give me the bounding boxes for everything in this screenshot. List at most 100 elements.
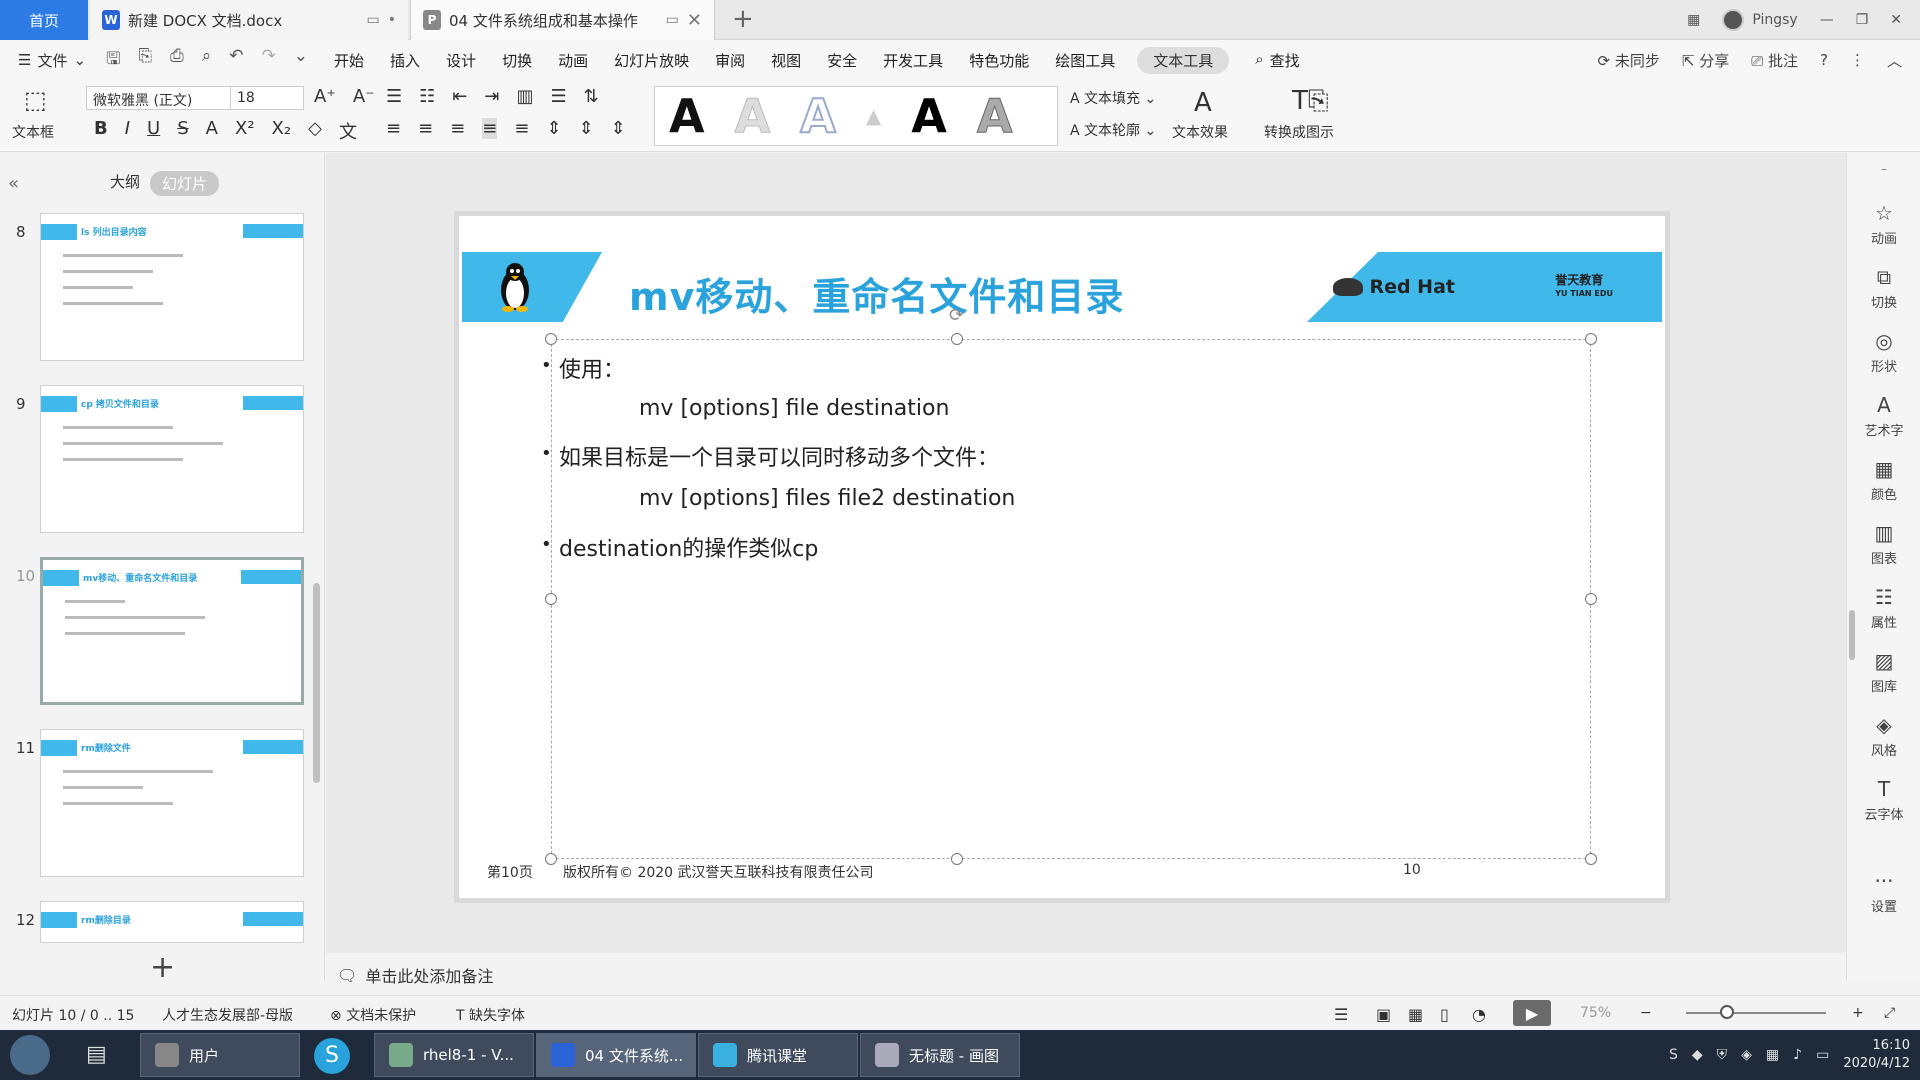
align-center-icon[interactable]: ≡ (418, 118, 433, 139)
phonetic-icon[interactable]: 文 (339, 118, 357, 144)
textbox-button[interactable]: 文本框 (12, 122, 54, 142)
superscript-icon[interactable]: X² (235, 118, 255, 144)
rotate-handle-icon[interactable]: ⟳ (949, 305, 964, 326)
bullet-list-icon[interactable]: ☰ (386, 86, 402, 107)
collapse-right-icon[interactable]: ⁻ (1847, 165, 1920, 180)
menu-item-insert[interactable]: 插入 (390, 50, 420, 71)
s-app-icon[interactable]: S (314, 1038, 350, 1074)
save-icon[interactable]: 🖫 (106, 46, 120, 75)
text-effect-button[interactable]: 文本效果 (1172, 122, 1228, 142)
tool-style[interactable]: ◈ 风格 (1847, 713, 1920, 759)
network-icon[interactable]: ▦ (1766, 1047, 1779, 1063)
taskbar-item-vm[interactable]: rhel8-1 - V... (374, 1033, 534, 1077)
menu-item-animation[interactable]: 动画 (558, 50, 588, 71)
line-spacing-icon[interactable]: ☰ (550, 86, 566, 107)
justify-icon[interactable]: ≡ (482, 118, 498, 139)
resize-handle[interactable] (1585, 853, 1597, 865)
help-icon[interactable]: ? (1820, 51, 1828, 69)
distribute-icon[interactable]: ≡ (514, 118, 529, 139)
add-slide-button[interactable]: + (150, 950, 175, 985)
new-tab-button[interactable]: + (732, 4, 754, 34)
tray-app-icon[interactable]: ◆ (1692, 1047, 1703, 1063)
menu-item-security[interactable]: 安全 (827, 50, 857, 71)
bullet-destination[interactable]: • destination的操作类似cp (541, 531, 818, 563)
tool-animation[interactable]: ☆ 动画 (1847, 201, 1920, 247)
resize-handle[interactable] (545, 853, 557, 865)
ime-icon[interactable]: S (1669, 1047, 1678, 1063)
presenter-view-icon[interactable]: ◔ (1472, 1005, 1486, 1024)
tool-shape[interactable]: ◎ 形状 (1847, 329, 1920, 375)
collapse-ribbon-icon[interactable]: ︿ (1887, 50, 1902, 71)
start-button[interactable] (10, 1035, 50, 1075)
slide-thumbnail[interactable]: ls 列出目录内容 (40, 213, 304, 361)
notes-area[interactable]: 🗨 单击此处添加备注 (337, 963, 493, 987)
menu-item-features[interactable]: 特色功能 (969, 50, 1029, 71)
textbox-icon[interactable]: ⬚ (24, 86, 47, 114)
bullet-multi[interactable]: • 如果目标是一个目录可以同时移动多个文件： (541, 440, 999, 472)
slides-tab[interactable]: 幻灯片 (150, 171, 220, 196)
user-menu[interactable]: Pingsy (1722, 9, 1798, 31)
font-size-select[interactable]: 18 (230, 86, 304, 110)
menu-item-transition[interactable]: 切换 (502, 50, 532, 71)
monitor-icon[interactable]: ▭ (367, 12, 380, 28)
zoom-out-icon[interactable]: − (1640, 1005, 1652, 1021)
volume-icon[interactable]: ♪ (1793, 1047, 1802, 1063)
more-options-icon[interactable]: ⋮ (1850, 51, 1865, 69)
tab-docx[interactable]: W 新建 DOCX 文档.docx ▭ • (90, 0, 408, 40)
wordart-style-outline-icon[interactable]: A (799, 92, 837, 140)
reading-view-icon[interactable]: ▯ (1440, 1005, 1449, 1024)
export-icon[interactable]: ⎘ (139, 46, 153, 75)
screenshot-icon[interactable]: ▦ (1687, 12, 1700, 28)
tool-properties[interactable]: ☷ 属性 (1847, 585, 1920, 631)
minimize-icon[interactable]: — (1820, 12, 1834, 28)
collapse-panel-icon[interactable]: « (8, 173, 19, 194)
wordart-style-gray-icon[interactable]: A (734, 93, 771, 140)
taskbar-item-tencent[interactable]: 腾讯课堂 (698, 1033, 858, 1077)
font-family-select[interactable]: 微软雅黑 (正文) (86, 86, 231, 110)
underline-icon[interactable]: U (147, 118, 160, 144)
spacing-more-icon[interactable]: ⇕ (611, 118, 626, 139)
taskbar-item-wps[interactable]: 04 文件系统... (536, 1033, 696, 1077)
resize-handle[interactable] (951, 853, 963, 865)
notes-view-icon[interactable]: ☰ (1334, 1005, 1348, 1024)
grow-font-icon[interactable]: A⁺ (314, 86, 336, 107)
tool-color[interactable]: ▦ 颜色 (1847, 457, 1920, 503)
zoom-in-icon[interactable]: + (1852, 1005, 1864, 1021)
file-menu[interactable]: ☰ 文件 ⌄ (18, 50, 86, 71)
columns-icon[interactable]: ▥ (516, 86, 533, 107)
slide-thumbnail[interactable]: rm删除目录 (40, 901, 304, 943)
sorter-view-icon[interactable]: ▦ (1408, 1005, 1423, 1024)
bullet-usage[interactable]: • 使用： (541, 352, 625, 384)
convert-diagram-icon[interactable]: T⎘ (1292, 86, 1329, 117)
clear-format-icon[interactable]: ◇ (308, 118, 322, 144)
text-outline-button[interactable]: A 文本轮廓 ⌄ (1070, 120, 1156, 140)
outdent-icon[interactable]: ⇤ (452, 86, 467, 107)
wordart-style-shadow-icon[interactable]: A (976, 93, 1013, 140)
tool-chart[interactable]: ▥ 图表 (1847, 521, 1920, 567)
status-protect[interactable]: ⊗ 文档未保护 (330, 1005, 416, 1025)
numbered-list-icon[interactable]: ☷ (419, 86, 435, 107)
tool-settings[interactable]: ··· 设置 (1847, 869, 1920, 915)
tray-app-icon[interactable]: ◈ (1741, 1047, 1752, 1063)
tool-transition[interactable]: ⧉ 切换 (1847, 265, 1920, 311)
monitor-icon[interactable]: ▭ (666, 12, 679, 28)
resize-handle[interactable] (1585, 593, 1597, 605)
italic-icon[interactable]: I (125, 118, 130, 144)
outline-tab[interactable]: 大纲 (110, 171, 140, 196)
wordart-style-black-icon[interactable]: A (669, 93, 705, 139)
strikethrough-icon[interactable]: S (177, 118, 188, 144)
play-slideshow-button[interactable]: ▶ (1513, 1000, 1551, 1026)
tab-home[interactable]: 首页 (0, 0, 88, 40)
text-fill-button[interactable]: A 文本填充 ⌄ (1070, 88, 1156, 108)
menu-item-start[interactable]: 开始 (334, 50, 364, 71)
text-effect-icon[interactable]: A (1194, 88, 1212, 118)
resize-handle[interactable] (951, 333, 963, 345)
restore-icon[interactable]: ❐ (1856, 12, 1869, 28)
usage-syntax[interactable]: mv [options] file destination (639, 396, 949, 421)
menu-item-review[interactable]: 审阅 (715, 50, 745, 71)
desktop-icon[interactable]: ▤ (86, 1042, 107, 1067)
align-right-icon[interactable]: ≡ (450, 118, 465, 139)
canvas-scrollbar[interactable] (1849, 610, 1855, 660)
tab-ppt[interactable]: P 04 文件系统组成和基本操作 ▭ ✕ (410, 0, 715, 40)
slide-thumbnail-selected[interactable]: mv移动、重命名文件和目录 (40, 557, 304, 705)
